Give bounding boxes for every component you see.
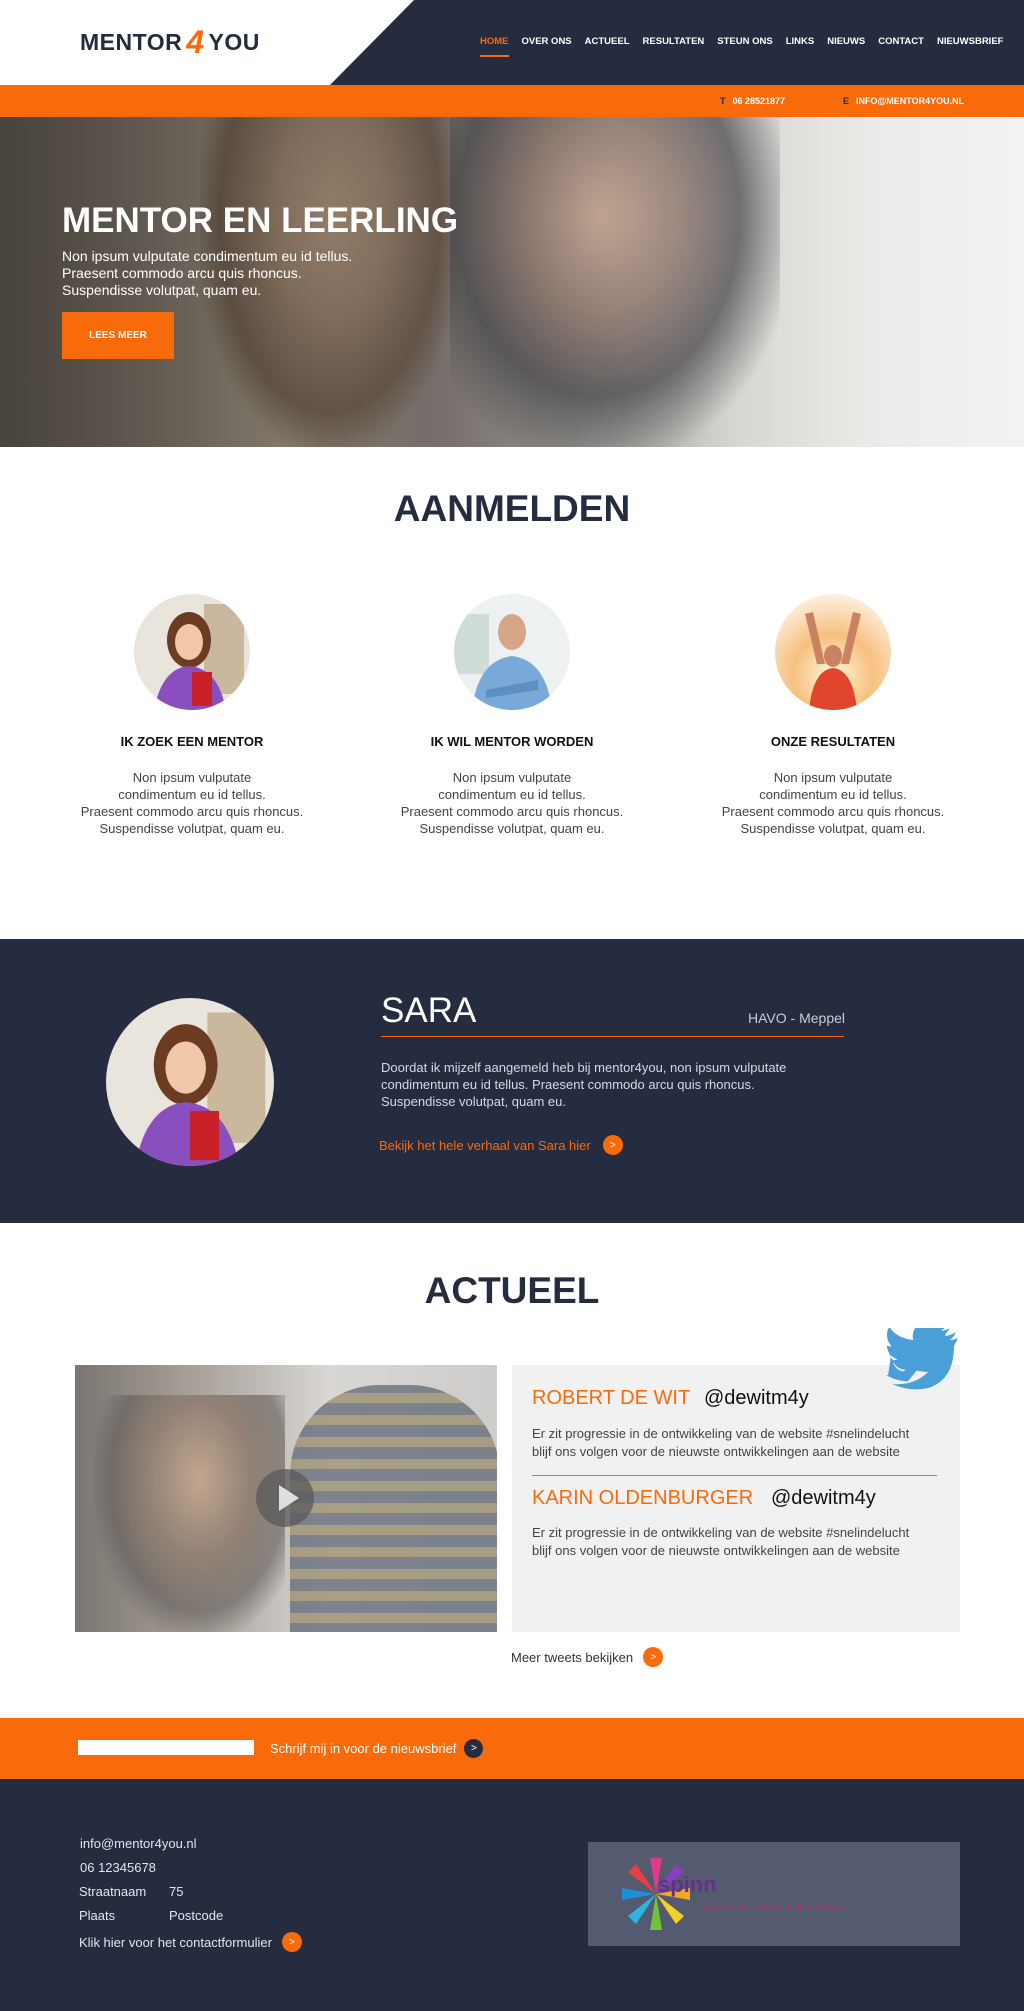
card-text-line: Praesent commodo arcu quis rhoncus. bbox=[721, 804, 945, 819]
arrow-right-icon: > bbox=[602, 1135, 623, 1155]
video-player[interactable] bbox=[75, 1365, 497, 1632]
partner-logo-spinn[interactable]: spinn netwerk voor sociale ondernemingen bbox=[588, 1842, 960, 1946]
twitter-bird-icon bbox=[886, 1328, 958, 1390]
testimonial-name: SARA bbox=[381, 991, 477, 1030]
card-text: Non ipsum vulputate condimentum eu id te… bbox=[673, 769, 993, 837]
testimonial-text-line: Suspendisse volutpat, quam eu. bbox=[381, 1094, 567, 1109]
nav-nieuwsbrief[interactable]: NIEUWSBRIEF bbox=[937, 36, 1004, 57]
nav-home[interactable]: HOME bbox=[480, 36, 509, 57]
nav-contact[interactable]: CONTACT bbox=[878, 36, 924, 57]
contact-form-link[interactable]: Klik hier voor het contactformulier > bbox=[79, 1932, 302, 1952]
phone-label: T bbox=[720, 96, 726, 106]
contact-bar: T 06 28521877 E INFO@MENTOR4YOU.NL bbox=[0, 85, 1024, 117]
site-footer: info@mentor4you.nl 06 12345678 Straatnaa… bbox=[0, 1779, 1024, 2011]
email-label: E bbox=[843, 96, 850, 106]
tweet-handle[interactable]: @dewitm4y bbox=[771, 1487, 876, 1510]
card-text-line: Non ipsum vulputate bbox=[773, 770, 893, 785]
arrow-right-icon: > bbox=[643, 1647, 664, 1667]
card-title: ONZE RESULTATEN bbox=[770, 734, 896, 749]
hero-text-line: Suspendisse volutpat, quam eu. bbox=[62, 282, 262, 298]
nav-resultaten[interactable]: RESULTATEN bbox=[643, 36, 705, 57]
card-text-line: Non ipsum vulputate bbox=[132, 770, 252, 785]
section-title-actueel: ACTUEEL bbox=[424, 1270, 600, 1311]
testimonial-text-line: Doordat ik mijzelf aangemeld heb bij men… bbox=[381, 1060, 787, 1075]
testimonial-school: HAVO - Meppel bbox=[748, 1010, 845, 1026]
card-onze-resultaten[interactable]: ONZE RESULTATEN Non ipsum vulputate cond… bbox=[673, 594, 993, 837]
read-sara-story-link[interactable]: Bekijk het hele verhaal van Sara hier > bbox=[379, 1135, 623, 1155]
testimonial-text-line: condimentum eu id tellus. Praesent commo… bbox=[381, 1077, 755, 1092]
phone-number: 06 28521877 bbox=[732, 96, 786, 106]
card-text-line: Suspendisse volutpat, quam eu. bbox=[740, 821, 926, 836]
testimonial-divider bbox=[381, 1036, 844, 1037]
site-header: MENTOR 4 YOU HOME OVER ONS ACTUEEL RESUL… bbox=[0, 0, 1024, 85]
footer-house-number: 75 bbox=[169, 1884, 184, 1899]
card-text-line: condimentum eu id tellus. bbox=[438, 787, 586, 802]
tweet-author[interactable]: KARIN OLDENBURGER bbox=[532, 1487, 753, 1510]
card-text: Non ipsum vulputate condimentum eu id te… bbox=[352, 769, 672, 837]
footer-phone[interactable]: 06 12345678 bbox=[80, 1860, 156, 1875]
arrow-right-icon: > bbox=[464, 1739, 484, 1758]
read-sara-story-label: Bekijk het hele verhaal van Sara hier bbox=[379, 1137, 591, 1153]
tweet-handle[interactable]: @dewitm4y bbox=[704, 1387, 809, 1410]
nav-links[interactable]: LINKS bbox=[786, 36, 815, 57]
nav-steun-ons[interactable]: STEUN ONS bbox=[717, 36, 772, 57]
spinn-tagline: netwerk voor sociale ondernemingen bbox=[700, 1902, 848, 1912]
play-icon[interactable] bbox=[256, 1469, 314, 1527]
lees-meer-button[interactable]: LEES MEER bbox=[62, 312, 174, 359]
tweet-author[interactable]: ROBERT DE WIT bbox=[532, 1387, 690, 1410]
card-text-line: Praesent commodo arcu quis rhoncus. bbox=[400, 804, 624, 819]
newsletter-subscribe-link[interactable]: Schrijf mij in voor de nieuwsbrief > bbox=[270, 1739, 484, 1758]
more-tweets-label: Meer tweets bekijken bbox=[511, 1649, 634, 1665]
tweet-text-line: Er zit progressie in de ontwikkeling van… bbox=[532, 1426, 910, 1441]
nav-nieuws[interactable]: NIEUWS bbox=[827, 36, 865, 57]
main-nav: HOME OVER ONS ACTUEEL RESULTATEN STEUN O… bbox=[480, 36, 1003, 57]
email-address: INFO@MENTOR4YOU.NL bbox=[856, 96, 965, 106]
tweet-text-line: blijf ons volgen voor de nieuwste ontwik… bbox=[532, 1543, 900, 1558]
logo-text-4: 4 bbox=[186, 24, 205, 60]
avatar-mentor-man bbox=[454, 594, 570, 710]
contact-phone[interactable]: T 06 28521877 bbox=[720, 96, 785, 106]
card-text-line: Suspendisse volutpat, quam eu. bbox=[99, 821, 285, 836]
card-text-line: Suspendisse volutpat, quam eu. bbox=[419, 821, 605, 836]
footer-city: Plaats bbox=[79, 1908, 116, 1923]
card-text-line: condimentum eu id tellus. bbox=[118, 787, 266, 802]
nav-actueel[interactable]: ACTUEEL bbox=[585, 36, 630, 57]
card-text: Non ipsum vulputate condimentum eu id te… bbox=[32, 769, 352, 837]
hero-title: MENTOR EN LEERLING bbox=[62, 201, 459, 240]
card-text-line: Praesent commodo arcu quis rhoncus. bbox=[80, 804, 304, 819]
tweet-divider bbox=[532, 1475, 937, 1476]
footer-email[interactable]: info@mentor4you.nl bbox=[80, 1836, 197, 1851]
logo-text-mentor: MENTOR bbox=[80, 28, 183, 55]
footer-street: Straatnaam bbox=[79, 1884, 147, 1899]
section-title-aanmelden: AANMELDEN bbox=[393, 488, 631, 529]
footer-postcode: Postcode bbox=[169, 1908, 224, 1923]
logo[interactable]: MENTOR 4 YOU bbox=[80, 26, 260, 58]
nav-over-ons[interactable]: OVER ONS bbox=[522, 36, 572, 57]
twitter-feed: ROBERT DE WIT @dewitm4y Er zit progressi… bbox=[512, 1365, 960, 1632]
contact-form-label: Klik hier voor het contactformulier bbox=[79, 1934, 272, 1950]
tweet-text-line: Er zit progressie in de ontwikkeling van… bbox=[532, 1525, 910, 1540]
spinn-name: spinn bbox=[658, 1872, 717, 1897]
newsletter-subscribe-label: Schrijf mij in voor de nieuwsbrief bbox=[270, 1741, 457, 1756]
card-wil-mentor-worden[interactable]: IK WIL MENTOR WORDEN Non ipsum vulputate… bbox=[352, 594, 672, 837]
hero-banner: MENTOR EN LEERLING Non ipsum vulputate c… bbox=[0, 117, 1024, 447]
arrow-right-icon: > bbox=[281, 1932, 302, 1952]
card-title: IK WIL MENTOR WORDEN bbox=[430, 734, 594, 749]
tweet-text-line: blijf ons volgen voor de nieuwste ontwik… bbox=[532, 1444, 900, 1459]
hero-text-line: Praesent commodo arcu quis rhoncus. bbox=[62, 265, 302, 281]
more-tweets-link[interactable]: Meer tweets bekijken > bbox=[511, 1647, 664, 1667]
testimonial-section: SARA HAVO - Meppel Doordat ik mijzelf aa… bbox=[0, 939, 1024, 1223]
card-text-line: condimentum eu id tellus. bbox=[759, 787, 907, 802]
hero-text-line: Non ipsum vulputate condimentum eu id te… bbox=[62, 248, 353, 264]
sara-avatar bbox=[106, 998, 274, 1166]
card-zoek-mentor[interactable]: IK ZOEK EEN MENTOR Non ipsum vulputate c… bbox=[32, 594, 352, 837]
avatar-student-girl bbox=[134, 594, 250, 710]
newsletter-email-input[interactable] bbox=[78, 1740, 254, 1755]
contact-email[interactable]: E INFO@MENTOR4YOU.NL bbox=[843, 96, 964, 106]
avatar-celebrating-man bbox=[775, 594, 891, 710]
card-title: IK ZOEK EEN MENTOR bbox=[120, 734, 264, 749]
newsletter-bar: Schrijf mij in voor de nieuwsbrief > bbox=[0, 1718, 1024, 1779]
card-text-line: Non ipsum vulputate bbox=[452, 770, 572, 785]
logo-text-you: YOU bbox=[208, 28, 260, 55]
